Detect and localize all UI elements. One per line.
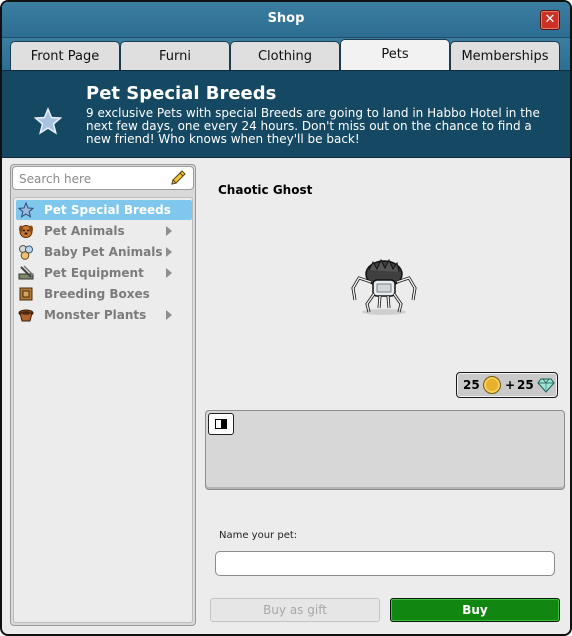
diamond-icon [537, 378, 555, 393]
buy-as-gift-button[interactable]: Buy as gift [210, 598, 380, 622]
color-swatch[interactable] [208, 413, 234, 435]
banner-description: 9 exclusive Pets with special Breeds are… [86, 106, 540, 146]
search-input[interactable] [19, 171, 159, 187]
price-plus: + [505, 378, 516, 392]
sidebar-item-monster-plants[interactable]: Monster Plants [16, 305, 192, 325]
breed-color-panel [205, 410, 565, 490]
star-icon [34, 107, 62, 135]
chevron-right-icon[interactable] [166, 247, 172, 257]
window-title: Shop [267, 11, 305, 26]
sidebar-item-label: Pet Equipment [44, 266, 144, 280]
chevron-right-icon[interactable] [166, 268, 172, 278]
sidebar-item-label: Baby Pet Animals [44, 245, 163, 259]
buy-button[interactable]: Buy [390, 598, 560, 622]
sidebar-item-label: Monster Plants [44, 308, 147, 322]
pencil-icon[interactable] [169, 169, 187, 187]
tab-clothing[interactable]: Clothing [230, 41, 340, 71]
sidebar-item-label: Breeding Boxes [44, 287, 150, 301]
category-list: Pet Special Breeds Pet Animals Baby Pet … [13, 197, 193, 623]
dog-icon [19, 225, 33, 238]
sidebar-item-pet-animals[interactable]: Pet Animals [16, 221, 192, 241]
chevron-right-icon[interactable] [166, 310, 172, 320]
page-banner: Pet Special Breeds 9 exclusive Pets with… [2, 70, 570, 158]
tab-furni[interactable]: Furni [120, 41, 230, 71]
search-box [12, 166, 194, 190]
price-diamonds: 25 [517, 378, 534, 392]
tab-pets[interactable]: Pets [340, 39, 450, 70]
credit-coin-icon [483, 376, 501, 394]
box-icon [19, 287, 33, 301]
tab-strip: Front Page Furni Clothing Pets Membershi… [2, 38, 570, 71]
chevron-right-icon[interactable] [166, 226, 172, 236]
tab-memberships[interactable]: Memberships [450, 41, 560, 71]
shop-window: Shop ✕ Front Page Furni Clothing Pets Me… [0, 0, 572, 636]
close-button[interactable]: ✕ [540, 10, 560, 30]
half-color-icon [215, 419, 227, 429]
category-sidebar: Pet Special Breeds Pet Animals [10, 164, 196, 626]
sidebar-item-breeding-boxes[interactable]: Breeding Boxes [16, 284, 192, 304]
sidebar-item-label: Pet Special Breeds [44, 203, 171, 217]
sidebar-item-label: Pet Animals [44, 224, 125, 238]
star-icon [18, 202, 34, 218]
baby-pets-icon [19, 245, 33, 260]
product-title: Chaotic Ghost [218, 183, 313, 197]
equipment-icon [18, 265, 34, 280]
plant-pot-icon [18, 309, 34, 322]
pet-name-label: Name your pet: [219, 530, 298, 541]
sidebar-item-pet-equipment[interactable]: Pet Equipment [16, 263, 192, 283]
price-tag: 25 + 25 [456, 372, 558, 398]
price-credits: 25 [463, 378, 480, 392]
sidebar-item-baby-pet-animals[interactable]: Baby Pet Animals [16, 242, 192, 262]
tab-front-page[interactable]: Front Page [10, 41, 120, 71]
banner-title: Pet Special Breeds [86, 83, 277, 104]
pet-preview-image [351, 258, 417, 315]
sidebar-item-pet-special-breeds[interactable]: Pet Special Breeds [16, 200, 192, 220]
pet-name-input[interactable] [215, 551, 555, 576]
title-bar[interactable]: Shop ✕ [2, 2, 570, 38]
